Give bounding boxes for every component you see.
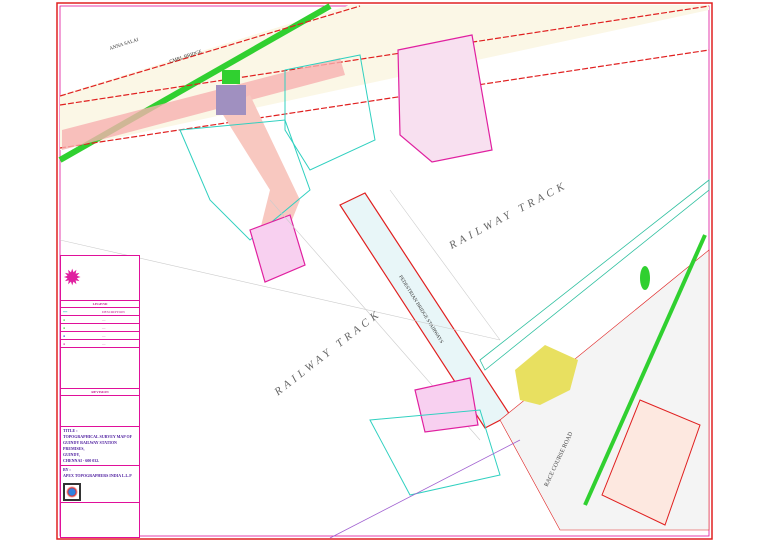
revision-heading: REVISION <box>61 389 139 396</box>
title-block: ✹ LEGEND ━━ DESCRIPTION ● — ● — ● — ● — REVIS… <box>60 255 140 538</box>
green-island <box>640 266 650 290</box>
north-arrow-icon: ✹ <box>63 265 82 290</box>
legend-heading: LEGEND <box>61 301 139 308</box>
structure <box>216 85 246 115</box>
company-logo-icon <box>63 483 81 501</box>
north-arrow-cell: ✹ <box>61 256 139 301</box>
company-name: APEX TOPOGRAPHERS INDIA L.L.P <box>63 473 132 478</box>
company-block: BY : APEX TOPOGRAPHERS INDIA L.L.P <box>61 466 139 503</box>
legend-description: DESCRIPTION <box>102 309 125 314</box>
drawing-title: TITLE : TOPOGRAPHICAL SURVEY MAP OF GUIN… <box>61 427 139 466</box>
green-patch <box>222 70 240 84</box>
